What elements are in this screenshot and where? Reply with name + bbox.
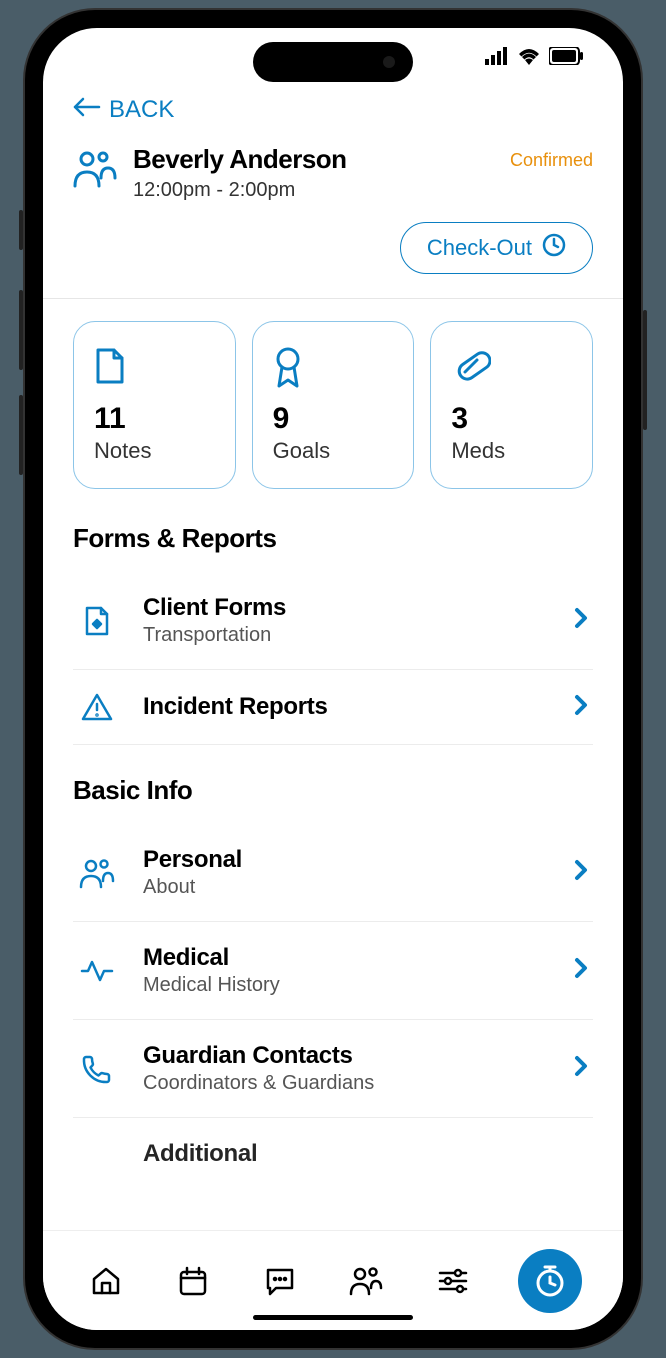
- document-icon: [94, 346, 215, 388]
- row-personal[interactable]: Personal About: [73, 824, 593, 922]
- row-client-forms[interactable]: Client Forms Transportation: [73, 572, 593, 670]
- meds-count: 3: [451, 402, 572, 436]
- section-basic-title: Basic Info: [73, 775, 593, 806]
- client-header: Beverly Anderson 12:00pm - 2:00pm Confir…: [73, 144, 593, 222]
- award-icon: [273, 346, 394, 388]
- list-sub: About: [143, 876, 547, 899]
- people-icon: [73, 148, 117, 193]
- notes-label: Notes: [94, 438, 215, 464]
- nav-timer-fab[interactable]: [518, 1249, 582, 1313]
- nav-messages[interactable]: [258, 1259, 302, 1303]
- meds-card[interactable]: 3 Meds: [430, 321, 593, 489]
- nav-calendar[interactable]: [171, 1259, 215, 1303]
- people-icon: [77, 857, 117, 889]
- chevron-right-icon: [573, 956, 589, 985]
- clock-icon: [542, 233, 566, 263]
- list-sub: Medical History: [143, 974, 547, 997]
- goals-card[interactable]: 9 Goals: [252, 321, 415, 489]
- alert-triangle-icon: [77, 692, 117, 722]
- status-badge: Confirmed: [510, 150, 593, 171]
- list-title: Additional: [143, 1140, 589, 1168]
- list-sub: Coordinators & Guardians: [143, 1072, 547, 1095]
- client-time: 12:00pm - 2:00pm: [133, 179, 347, 202]
- row-incident-reports[interactable]: Incident Reports: [73, 670, 593, 745]
- form-icon: [77, 604, 117, 638]
- chevron-right-icon: [573, 606, 589, 635]
- nav-home[interactable]: [84, 1259, 128, 1303]
- activity-icon: [77, 958, 117, 984]
- back-button[interactable]: BACK: [73, 88, 593, 144]
- battery-icon: [549, 47, 583, 70]
- list-sub: Transportation: [143, 624, 547, 647]
- phone-icon: [77, 1054, 117, 1084]
- list-title: Guardian Contacts: [143, 1042, 547, 1070]
- chevron-right-icon: [573, 858, 589, 887]
- row-additional[interactable]: Additional: [73, 1118, 593, 1168]
- goals-label: Goals: [273, 438, 394, 464]
- list-title: Medical: [143, 944, 547, 972]
- client-name: Beverly Anderson: [133, 144, 347, 175]
- goals-count: 9: [273, 402, 394, 436]
- list-title: Client Forms: [143, 594, 547, 622]
- check-out-label: Check-Out: [427, 235, 532, 261]
- row-medical[interactable]: Medical Medical History: [73, 922, 593, 1020]
- wifi-icon: [517, 47, 541, 70]
- nav-people[interactable]: [344, 1259, 388, 1303]
- notes-card[interactable]: 11 Notes: [73, 321, 236, 489]
- pill-icon: [451, 346, 572, 388]
- row-guardian[interactable]: Guardian Contacts Coordinators & Guardia…: [73, 1020, 593, 1118]
- chevron-right-icon: [573, 1054, 589, 1083]
- meds-label: Meds: [451, 438, 572, 464]
- list-title: Personal: [143, 846, 547, 874]
- home-indicator[interactable]: [253, 1315, 413, 1320]
- section-forms-title: Forms & Reports: [73, 523, 593, 554]
- list-title: Incident Reports: [143, 693, 547, 721]
- notes-count: 11: [94, 402, 215, 436]
- signal-icon: [485, 47, 509, 70]
- chevron-right-icon: [573, 693, 589, 722]
- arrow-left-icon: [73, 96, 101, 124]
- back-label: BACK: [109, 96, 174, 124]
- nav-settings[interactable]: [431, 1259, 475, 1303]
- check-out-button[interactable]: Check-Out: [400, 222, 593, 274]
